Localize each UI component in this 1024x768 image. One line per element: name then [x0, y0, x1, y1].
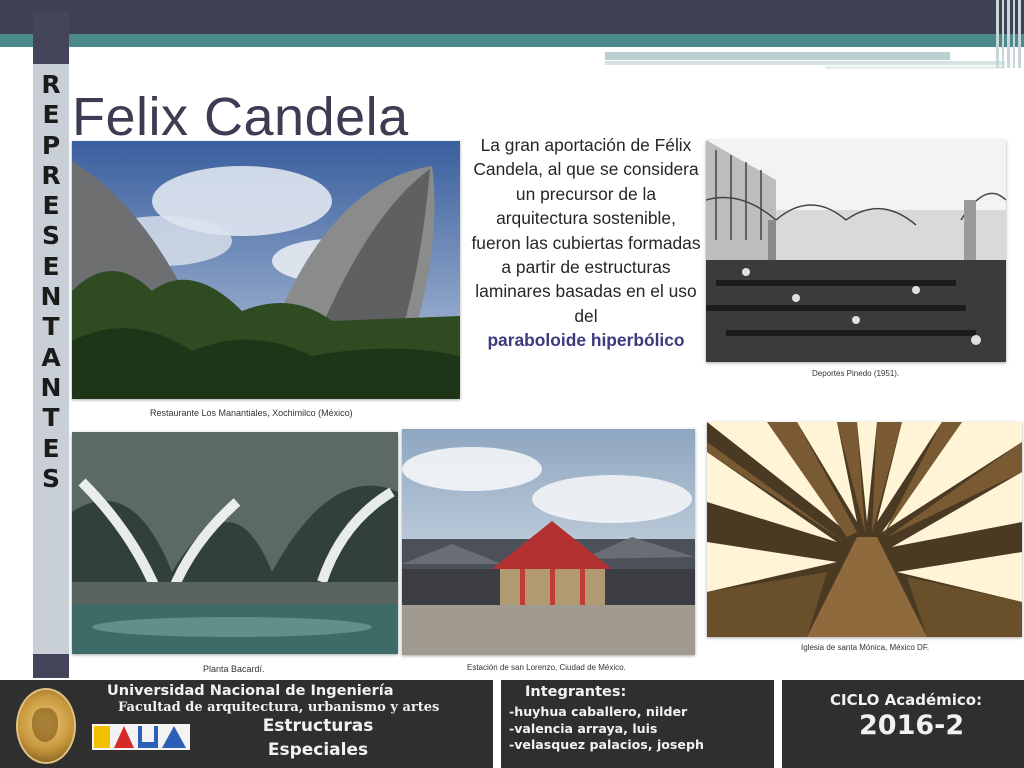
side-letter: E: [42, 100, 60, 130]
photo-los-manantiales: [72, 141, 460, 399]
university-seal-icon: [16, 688, 76, 764]
header-line: [605, 61, 1005, 65]
photo-planta-bacardi: [72, 432, 398, 654]
side-letter: R: [41, 160, 61, 190]
members-list: -huyhua caballero, nilder -valencia arra…: [509, 704, 704, 754]
caption-estacion-san-lorenzo: Estación de san Lorenzo, Ciudad de Méxic…: [467, 663, 626, 672]
description-emphasis: paraboloide hiperbólico: [487, 330, 685, 351]
caption-iglesia-santa-monica: Iglesia de santa Mónica, México DF.: [801, 643, 930, 652]
cycle-value: 2016-2: [859, 710, 965, 741]
description-body: La gran aportación de Félix Candela, al …: [471, 135, 701, 326]
course-name-line: Estructuras: [262, 716, 374, 736]
header-band-teal: [0, 34, 1024, 47]
side-letter: R: [41, 70, 61, 99]
side-letter: T: [42, 403, 60, 433]
header-stripes: [994, 0, 1024, 68]
members-title: Integrantes:: [525, 684, 627, 700]
faculty-name: Facultad de arquitectura, urbanismo y ar…: [118, 700, 440, 715]
side-letter: E: [42, 251, 60, 281]
faua-logo-icon: [92, 724, 190, 750]
caption-planta-bacardi: Planta Bacardí.: [203, 664, 265, 674]
header-line: [605, 52, 950, 60]
header-line: [825, 66, 1005, 69]
slide-title: Felix Candela: [72, 87, 409, 147]
description-text: La gran aportación de Félix Candela, al …: [470, 133, 702, 353]
photo-iglesia-santa-monica: [707, 422, 1022, 637]
course-name-line: Especiales: [267, 740, 369, 760]
side-letter: N: [40, 282, 62, 312]
side-letter: E: [42, 433, 60, 463]
member-name: -huyhua caballero, nilder: [509, 704, 688, 719]
member-name: -valencia arraya, luis: [509, 720, 658, 736]
photo-estacion-san-lorenzo: [402, 429, 695, 655]
header-band-dark: [0, 0, 1024, 34]
side-letter: S: [41, 221, 60, 251]
university-name: Universidad Nacional de Ingeniería: [107, 683, 394, 699]
side-letter: A: [41, 342, 61, 372]
side-letter: S: [41, 463, 60, 493]
cycle-label: CICLO Académico:: [830, 691, 983, 709]
caption-los-manantiales: Restaurante Los Manantiales, Xochimilco …: [150, 408, 353, 418]
side-vertical-word: R E P R E S E N T A N T E S: [33, 70, 69, 494]
side-letter: T: [42, 312, 60, 342]
member-name: -velasquez palacios, joseph: [509, 737, 704, 752]
side-letter: E: [42, 191, 60, 221]
side-letter: N: [40, 372, 62, 402]
side-letter: P: [41, 130, 61, 160]
photo-deportes-pinedo: [706, 140, 1006, 362]
caption-deportes-pinedo: Deportes Pinedo (1951).: [812, 369, 900, 378]
course-name: Estructuras Especiales: [262, 714, 374, 762]
